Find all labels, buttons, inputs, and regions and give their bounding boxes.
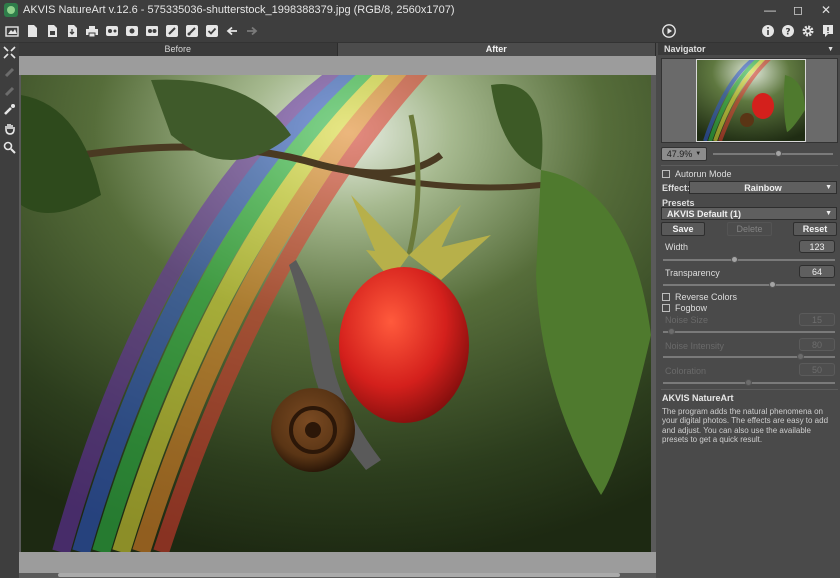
eraser-icon[interactable] bbox=[0, 81, 19, 100]
autorun-label: Autorun Mode bbox=[675, 169, 732, 179]
app-logo-icon bbox=[4, 3, 18, 17]
collapse-arrow-icon[interactable]: ▼ bbox=[827, 46, 834, 53]
zoom-row: 47.9% ▼ bbox=[661, 147, 838, 161]
zoom-dropdown[interactable]: 47.9% ▼ bbox=[661, 147, 707, 161]
noise-intensity-slider-knob[interactable] bbox=[796, 353, 804, 360]
save-icon[interactable] bbox=[23, 23, 40, 40]
canvas-margin-bottom bbox=[19, 552, 656, 573]
paint-icon[interactable] bbox=[0, 100, 19, 119]
batch-icon[interactable] bbox=[103, 23, 120, 40]
noise-intensity-value-field[interactable]: 80 bbox=[799, 338, 835, 351]
fit-icon[interactable] bbox=[0, 43, 19, 62]
divider bbox=[661, 389, 838, 390]
transparency-slider-knob[interactable] bbox=[769, 281, 777, 288]
effect-row: Effect: bbox=[662, 183, 690, 193]
fogbow-checkbox[interactable] bbox=[662, 304, 670, 312]
coloration-slider-knob[interactable] bbox=[745, 379, 752, 386]
effect-dropdown[interactable]: Rainbow ▼ bbox=[689, 181, 837, 194]
title-bar: AKVIS NatureArt v.12.6 - 575335036-shutt… bbox=[0, 0, 840, 20]
navigator-thumbnail[interactable] bbox=[696, 59, 806, 142]
width-slider[interactable] bbox=[663, 256, 835, 263]
coloration-label: Coloration bbox=[665, 366, 707, 376]
zoom-slider[interactable] bbox=[713, 150, 833, 157]
noise-size-slider[interactable] bbox=[663, 328, 835, 335]
mask-icon[interactable] bbox=[0, 62, 19, 81]
transparency-slider[interactable] bbox=[663, 281, 835, 288]
canvas-margin-top bbox=[19, 56, 656, 75]
noise-size-value-field[interactable]: 15 bbox=[799, 313, 835, 326]
coloration-slider[interactable] bbox=[663, 379, 835, 386]
svg-text:?: ? bbox=[785, 27, 790, 37]
play-icon[interactable] bbox=[660, 22, 677, 39]
reset-preset-button[interactable]: Reset bbox=[793, 222, 837, 236]
effect-value: Rainbow bbox=[744, 182, 782, 193]
feedback-icon[interactable] bbox=[820, 22, 836, 39]
noise-size-label: Noise Size bbox=[665, 315, 709, 325]
window-title: AKVIS NatureArt v.12.6 - 575335036-shutt… bbox=[23, 4, 455, 16]
canvas-area: Before After bbox=[19, 43, 656, 578]
noise-intensity-label: Noise Intensity bbox=[665, 341, 725, 351]
delete-preset-button[interactable]: Delete bbox=[727, 222, 772, 236]
hand-icon[interactable] bbox=[0, 119, 19, 138]
close-icon[interactable]: ✕ bbox=[812, 0, 840, 20]
fogbow-label: Fogbow bbox=[675, 303, 708, 313]
main-toolbar: ? bbox=[0, 20, 840, 43]
reverse-colors-checkbox[interactable] bbox=[662, 293, 670, 301]
transparency-label: Transparency bbox=[665, 268, 720, 278]
zoom-value: 47.9% bbox=[666, 149, 693, 159]
share-icon[interactable] bbox=[123, 23, 140, 40]
brush-icon[interactable] bbox=[163, 23, 180, 40]
navigator-title: Navigator bbox=[664, 44, 706, 54]
undo-icon[interactable] bbox=[223, 23, 240, 40]
noise-intensity-slider[interactable] bbox=[663, 353, 835, 360]
navigator-thumbnail-image bbox=[697, 60, 805, 141]
reverse-colors-label: Reverse Colors bbox=[675, 292, 738, 302]
fogbow-row[interactable]: Fogbow bbox=[662, 303, 707, 313]
maximize-icon[interactable]: ◻ bbox=[784, 0, 812, 20]
tab-before[interactable]: Before bbox=[19, 43, 338, 56]
transparency-value-field[interactable]: 64 bbox=[799, 265, 835, 278]
checkmark-icon[interactable] bbox=[203, 23, 220, 40]
autorun-row[interactable]: Autorun Mode bbox=[662, 169, 732, 179]
settings-icon[interactable] bbox=[800, 22, 816, 39]
tab-after[interactable]: After bbox=[337, 43, 656, 56]
divider bbox=[661, 165, 838, 166]
horizontal-scrollbar[interactable] bbox=[58, 573, 620, 577]
coloration-value-field[interactable]: 50 bbox=[799, 363, 835, 376]
rainbow-photo bbox=[21, 75, 651, 552]
noise-size-slider-knob[interactable] bbox=[667, 328, 675, 335]
image-canvas[interactable] bbox=[21, 75, 651, 552]
preset-value: AKVIS Default (1) bbox=[667, 208, 742, 219]
zoom-icon[interactable] bbox=[0, 138, 19, 157]
save-as-icon[interactable] bbox=[43, 23, 60, 40]
effect-label: Effect: bbox=[662, 183, 691, 193]
info-icon[interactable] bbox=[760, 22, 776, 39]
navigator-header: Navigator ▼ bbox=[658, 43, 840, 55]
width-value-field[interactable]: 123 bbox=[799, 240, 835, 253]
export-icon[interactable] bbox=[63, 23, 80, 40]
save-preset-button[interactable]: Save bbox=[661, 222, 705, 236]
view-tabs: Before After bbox=[19, 43, 656, 56]
width-slider-knob[interactable] bbox=[731, 256, 739, 263]
chevron-down-icon: ▼ bbox=[695, 151, 702, 157]
brush-settings-icon[interactable] bbox=[183, 23, 200, 40]
tools-panel bbox=[0, 43, 19, 578]
preset-dropdown[interactable]: AKVIS Default (1) ▼ bbox=[661, 207, 837, 220]
chevron-down-icon: ▼ bbox=[825, 184, 832, 191]
print-icon[interactable] bbox=[83, 23, 100, 40]
width-label: Width bbox=[665, 242, 689, 252]
open-icon[interactable] bbox=[3, 23, 20, 40]
zoom-slider-knob[interactable] bbox=[775, 150, 782, 157]
redo-icon[interactable] bbox=[243, 23, 260, 40]
autorun-checkbox[interactable] bbox=[662, 170, 670, 178]
navigator-preview[interactable] bbox=[661, 58, 838, 143]
about-title: AKVIS NatureArt bbox=[662, 393, 734, 403]
about-text: The program adds the natural phenomena o… bbox=[662, 407, 829, 444]
presets-icon[interactable] bbox=[143, 23, 160, 40]
settings-panel: Navigator ▼ 47.9% ▼ Autorun Mode Effect:… bbox=[658, 43, 840, 578]
help-icon[interactable]: ? bbox=[780, 22, 796, 39]
minimize-icon[interactable]: — bbox=[756, 0, 784, 20]
reverse-colors-row[interactable]: Reverse Colors bbox=[662, 292, 737, 302]
chevron-down-icon: ▼ bbox=[825, 210, 832, 217]
